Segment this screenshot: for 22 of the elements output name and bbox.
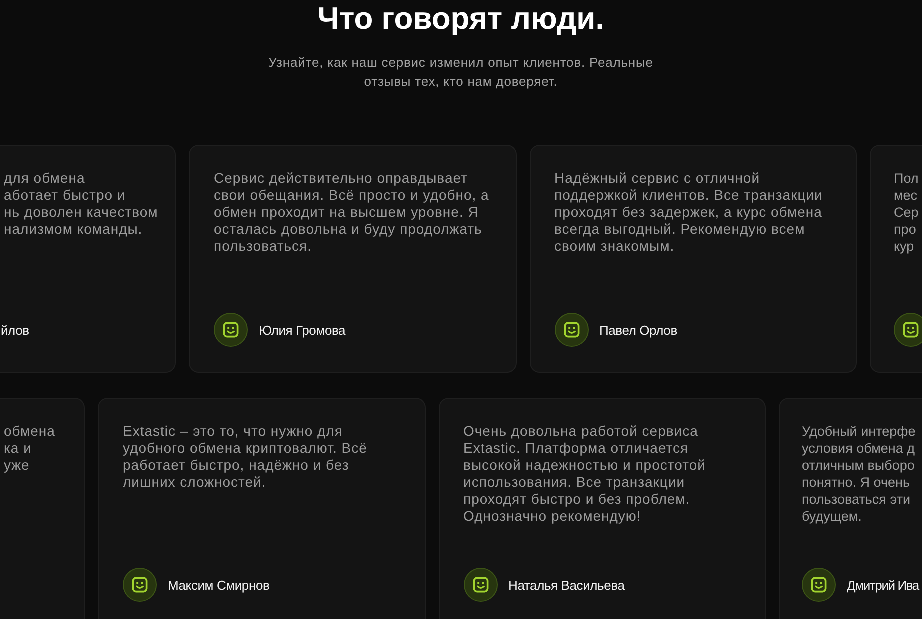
testimonial-text: Extastic – это то, что нужно для удобного обмена криптовалют. Всё работает быстро, надёжно и без лишних сложностей.	[123, 423, 368, 491]
smiley-avatar-icon	[802, 568, 836, 602]
testimonial-text: обмена ка и уже	[4, 423, 56, 474]
author-name: Юлия Громова	[259, 322, 346, 338]
section-title: Что говорят люди.	[318, 1, 604, 37]
author-name: йлов	[1, 322, 30, 338]
testimonial-text: Сервис действительно оправдывает свои обещания. Всё просто и удобно, а обмен проходит на высшем уровне. Я осталась довольна и буду продолжать пользоваться.	[214, 170, 490, 255]
testimonial-text: Надёжный сервис с отличной поддержкой клиентов. Все транзакции проходят без задержек, а курс обмена всегда выгодный. Рекомендую всем своим знакомым.	[554, 170, 824, 255]
testimonial-text: Пол мес Сер про кур	[894, 170, 919, 255]
section-subtitle: Узнайте, как наш сервис изменил опыт клиентов. Реальные отзывы тех, кто нам доверяет.	[268, 54, 654, 91]
testimonial-text: Очень довольна работой сервиса Extastic. Платформа отличается высокой надежностью и простотой использования. Все транзакции проходят быстро и без проблем. Однозначно рекомендую!	[464, 423, 707, 525]
author-name: Наталья Васильева	[508, 578, 625, 592]
testimonial-text: для обмена аботает быстро и нь доволен качеством нализмом команды.	[4, 170, 158, 238]
author-name: Павел Орлов	[600, 322, 678, 338]
smiley-avatar-icon	[554, 313, 588, 347]
testimonial-text: Удобный интерфе условия обмена д отличным выборо понятно. Я очень пользоваться эти будущем.	[802, 423, 916, 525]
author-name: Дмитрий Ива	[847, 578, 919, 592]
smiley-avatar-icon	[214, 313, 248, 347]
author-name: Максим Смирнов	[168, 578, 270, 592]
smiley-avatar-icon	[894, 313, 922, 347]
smiley-avatar-icon	[123, 568, 157, 602]
smiley-avatar-icon	[464, 568, 498, 602]
